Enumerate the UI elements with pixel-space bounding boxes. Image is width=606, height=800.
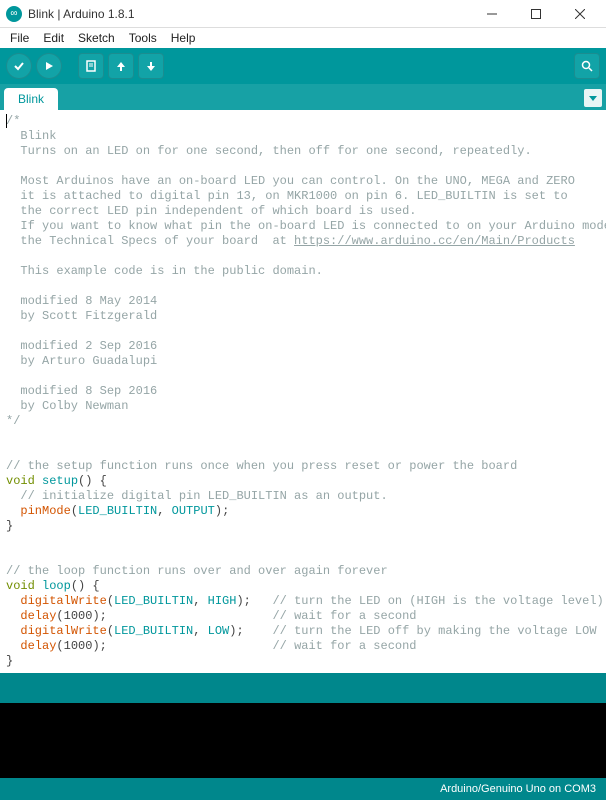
constant: LED_BUILTIN — [114, 624, 193, 638]
constant: OUTPUT — [172, 504, 215, 518]
constant: LED_BUILTIN — [114, 594, 193, 608]
code-text: ); — [236, 594, 272, 608]
code-text: ( — [56, 639, 63, 653]
comment: the Technical Specs of your board at — [6, 234, 294, 248]
menu-tools[interactable]: Tools — [123, 29, 163, 47]
comment: // turn the LED off by making the voltag… — [272, 624, 596, 638]
comment: If you want to know what pin the on-boar… — [6, 219, 606, 233]
code-text: ); — [92, 609, 272, 623]
arduino-logo-icon — [6, 6, 22, 22]
code-text: ); — [229, 624, 272, 638]
comment: by Arturo Guadalupi — [6, 354, 157, 368]
upload-button[interactable] — [36, 53, 62, 79]
code-text: () { — [78, 474, 107, 488]
indent — [6, 609, 20, 623]
open-button[interactable] — [108, 53, 134, 79]
comment: This example code is in the public domai… — [6, 264, 323, 278]
code-editor[interactable]: /* Blink Turns on an LED on for one seco… — [0, 110, 606, 673]
keyword: void — [6, 579, 35, 593]
code-text: , — [193, 624, 207, 638]
tabbar: Blink — [0, 84, 606, 110]
save-button[interactable] — [138, 53, 164, 79]
output-console[interactable] — [0, 703, 606, 778]
function-call: delay — [20, 609, 56, 623]
constant: LOW — [208, 624, 230, 638]
comment: // wait for a second — [272, 609, 416, 623]
code-text: } — [6, 654, 13, 668]
function-call: digitalWrite — [20, 594, 106, 608]
number: 1000 — [64, 609, 93, 623]
tab-menu-button[interactable] — [584, 89, 602, 107]
comment: */ — [6, 414, 20, 428]
keyword: void — [6, 474, 35, 488]
board-status: Arduino/Genuino Uno on COM3 — [440, 783, 596, 795]
comment: // turn the LED on (HIGH is the voltage … — [272, 594, 603, 608]
status-bar — [0, 673, 606, 703]
constant: HIGH — [208, 594, 237, 608]
code-text: ( — [107, 624, 114, 638]
comment: modified 8 Sep 2016 — [6, 384, 157, 398]
toolbar — [0, 48, 606, 84]
function-call: delay — [20, 639, 56, 653]
tab-blink[interactable]: Blink — [4, 88, 58, 110]
code-text: ( — [71, 504, 78, 518]
comment: Blink — [6, 129, 56, 143]
verify-button[interactable] — [6, 53, 32, 79]
menu-help[interactable]: Help — [165, 29, 202, 47]
menu-edit[interactable]: Edit — [37, 29, 70, 47]
indent — [6, 594, 20, 608]
comment-link: https://www.arduino.cc/en/Main/Products — [294, 234, 575, 248]
new-button[interactable] — [78, 53, 104, 79]
comment: modified 2 Sep 2016 — [6, 339, 157, 353]
comment: // the loop function runs over and over … — [6, 564, 388, 578]
menubar: File Edit Sketch Tools Help — [0, 28, 606, 48]
comment: by Colby Newman — [6, 399, 128, 413]
comment: Turns on an LED on for one second, then … — [6, 144, 532, 158]
constant: LED_BUILTIN — [78, 504, 157, 518]
close-button[interactable] — [558, 0, 602, 28]
text-cursor — [6, 114, 7, 128]
menu-sketch[interactable]: Sketch — [72, 29, 121, 47]
function-call: pinMode — [20, 504, 70, 518]
comment: by Scott Fitzgerald — [6, 309, 157, 323]
code-text: ); — [215, 504, 229, 518]
code-text: , — [193, 594, 207, 608]
footer-bar: Arduino/Genuino Uno on COM3 — [0, 778, 606, 800]
comment: // wait for a second — [272, 639, 416, 653]
number: 1000 — [64, 639, 93, 653]
function-name: loop — [42, 579, 71, 593]
comment: Most Arduinos have an on-board LED you c… — [6, 174, 575, 188]
indent — [6, 624, 20, 638]
code-text: ); — [92, 639, 272, 653]
code-text: ( — [56, 609, 63, 623]
indent — [6, 639, 20, 653]
code-text: ( — [107, 594, 114, 608]
titlebar: Blink | Arduino 1.8.1 — [0, 0, 606, 28]
code-text: , — [157, 504, 171, 518]
window-title: Blink | Arduino 1.8.1 — [28, 7, 470, 21]
indent — [6, 504, 20, 518]
comment: modified 8 May 2014 — [6, 294, 157, 308]
comment: it is attached to digital pin 13, on MKR… — [6, 189, 568, 203]
code-text: } — [6, 519, 13, 533]
maximize-button[interactable] — [514, 0, 558, 28]
serial-monitor-button[interactable] — [574, 53, 600, 79]
menu-file[interactable]: File — [4, 29, 35, 47]
comment: // the setup function runs once when you… — [6, 459, 517, 473]
function-name: setup — [42, 474, 78, 488]
comment: the correct LED pin independent of which… — [6, 204, 416, 218]
minimize-button[interactable] — [470, 0, 514, 28]
code-text: () { — [71, 579, 100, 593]
comment: /* — [6, 114, 20, 128]
function-call: digitalWrite — [20, 624, 106, 638]
comment: // initialize digital pin LED_BUILTIN as… — [6, 489, 388, 503]
